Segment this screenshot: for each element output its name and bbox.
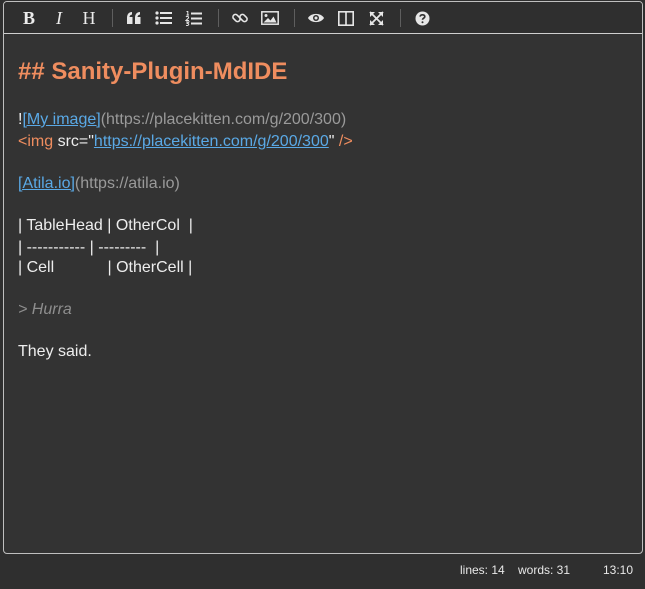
paragraph-line: They said. [18, 343, 92, 360]
line-count: lines: 14 [460, 563, 505, 577]
quote-button[interactable] [121, 5, 147, 31]
img-tag-attr: src=" [53, 133, 94, 150]
image-icon [261, 11, 279, 25]
expand-icon [368, 10, 384, 26]
toolbar-divider [294, 9, 295, 27]
link-text: [Atila.io] [18, 175, 75, 192]
help-button[interactable] [409, 5, 435, 31]
bold-button[interactable]: B [16, 5, 42, 31]
img-tag-open: <img [18, 133, 54, 150]
italic-icon: I [56, 7, 62, 28]
ordered-list-button[interactable] [181, 5, 207, 31]
heading-icon: H [82, 7, 96, 28]
side-by-side-button[interactable] [333, 5, 359, 31]
quote-icon [127, 12, 141, 24]
table-row: | ----------- | --------- | [18, 239, 160, 256]
table-row: | Cell | OtherCell | [18, 259, 193, 276]
blockquote-line: > Hurra [18, 301, 72, 318]
link-button[interactable] [227, 5, 253, 31]
status-bar: lines: 14 words: 31 13:10 [0, 556, 645, 589]
cursor-position: 13:10 [603, 563, 634, 577]
image-url: (https://placekitten.com/g/200/300) [100, 111, 347, 128]
toolbar-divider [218, 9, 219, 27]
numbered-list-icon [185, 10, 202, 26]
word-count: words: 31 [518, 563, 571, 577]
italic-button[interactable]: I [46, 5, 72, 31]
toolbar-divider [112, 9, 113, 27]
unordered-list-button[interactable] [151, 5, 177, 31]
columns-icon [338, 10, 354, 26]
image-alt-link: [My image] [22, 111, 101, 128]
eye-icon [308, 13, 324, 23]
img-tag-line: <img src="https://placekitten.com/g/200/… [18, 132, 353, 152]
img-tag-close: /> [334, 133, 353, 150]
link-icon [232, 13, 248, 23]
preview-button[interactable] [303, 5, 329, 31]
heading-button[interactable]: H [76, 5, 102, 31]
heading-line: ## Sanity-Plugin-MdIDE [18, 58, 288, 85]
question-icon [415, 11, 429, 25]
bullet-list-icon [155, 11, 172, 25]
image-button[interactable] [257, 5, 283, 31]
bold-icon: B [22, 7, 35, 28]
markdown-editor: B I H ## Sanity-Plugin-MdIDE ![My image]… [3, 1, 643, 554]
link-line: [Atila.io](https://atila.io) [18, 174, 180, 194]
table-row: | TableHead | OtherCol | [18, 217, 193, 234]
fullscreen-button[interactable] [363, 5, 389, 31]
editor-toolbar: B I H [4, 2, 642, 34]
image-markdown-line: ![My image](https://placekitten.com/g/20… [18, 110, 346, 130]
link-url: (https://atila.io) [74, 175, 180, 192]
img-tag-url: https://placekitten.com/g/200/300 [93, 133, 329, 150]
toolbar-divider [400, 9, 401, 27]
